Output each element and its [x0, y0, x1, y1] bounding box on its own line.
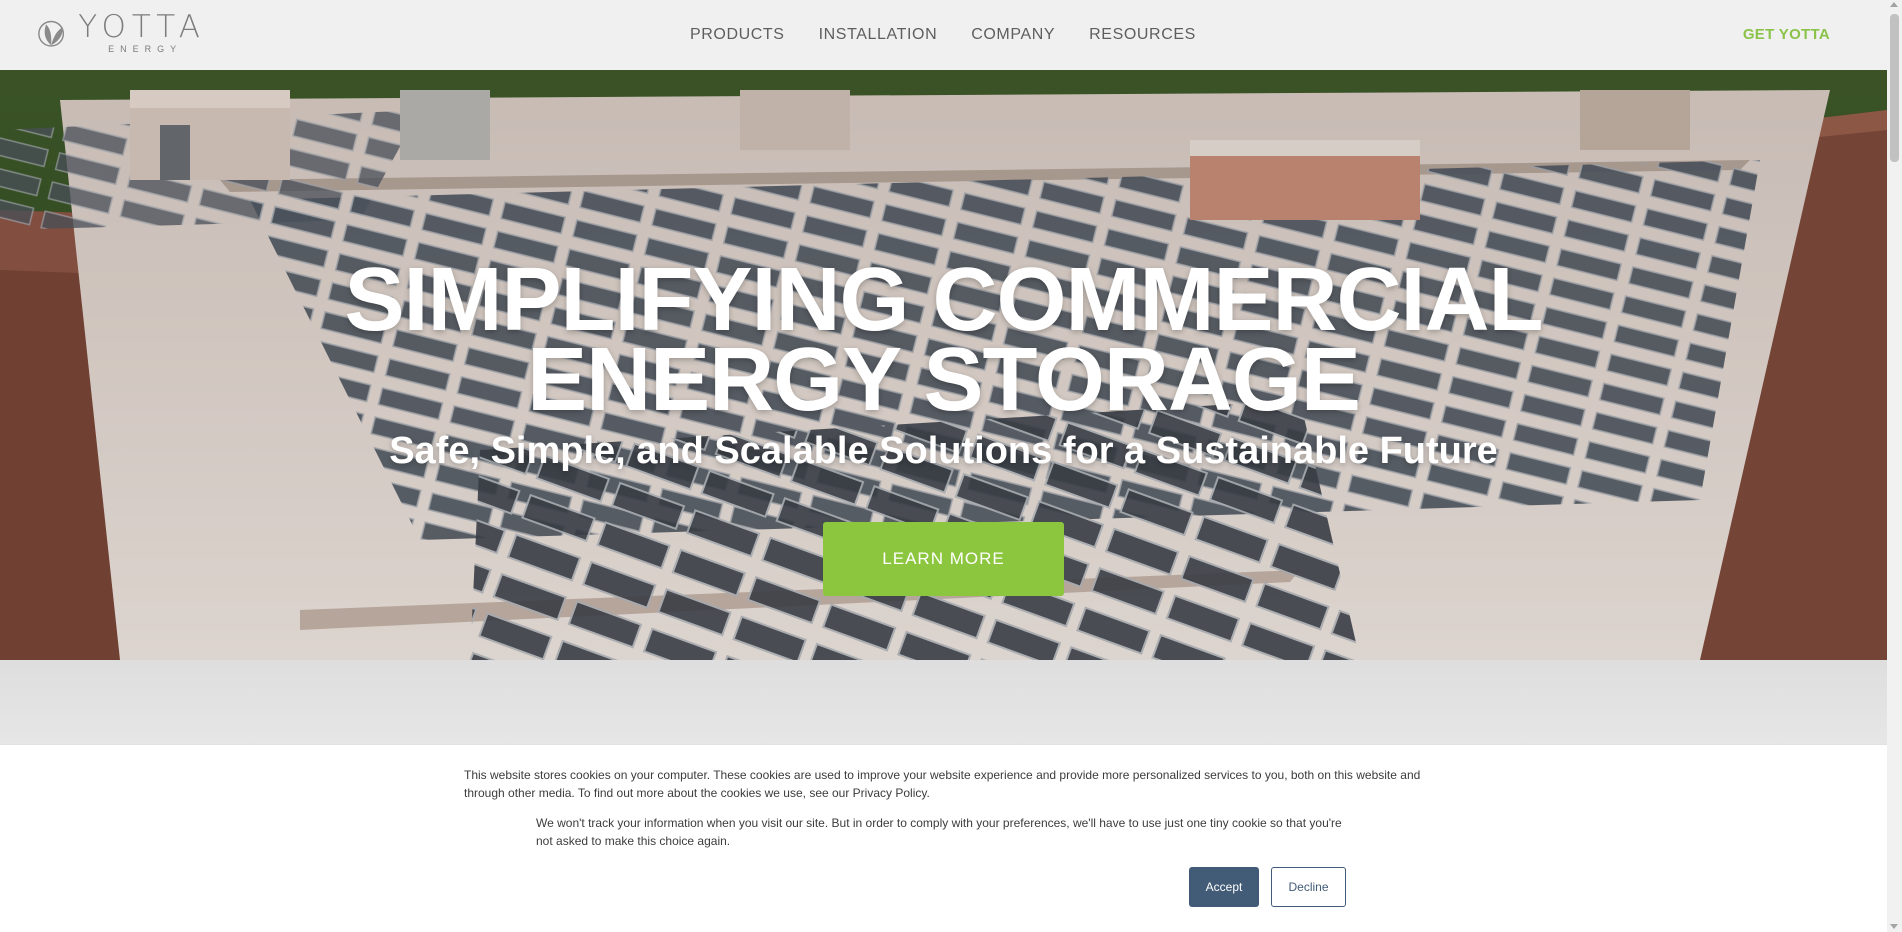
nav-installation[interactable]: INSTALLATION	[819, 26, 938, 44]
hero-title: SIMPLIFYING COMMERCIAL ENERGY STORAGE	[0, 250, 1887, 430]
leaf-logo-icon	[38, 20, 65, 47]
logo-text: YOTTA ENERGY	[78, 9, 206, 55]
yotta-logo[interactable]: YOTTA ENERGY	[36, 12, 206, 58]
logo-subtext: ENERGY	[108, 44, 183, 54]
cookie-banner: This website stores cookies on your comp…	[0, 744, 1887, 932]
cookie-text-secondary: We won't track your information when you…	[536, 816, 1342, 848]
scroll-up-arrow-icon[interactable]	[1890, 2, 1898, 7]
accept-cookies-button[interactable]: Accept	[1189, 867, 1259, 907]
nav-products[interactable]: PRODUCTS	[690, 26, 785, 44]
logo-word: YOTTA	[78, 9, 206, 45]
hero-title-line1: SIMPLIFYING COMMERCIAL	[344, 250, 1544, 350]
learn-more-button[interactable]: LEARN MORE	[823, 522, 1064, 596]
scrollbar-thumb[interactable]	[1890, 14, 1899, 162]
main-nav: PRODUCTS INSTALLATION COMPANY RESOURCES	[690, 0, 1230, 70]
page-scrollbar[interactable]	[1887, 0, 1902, 932]
section-band	[0, 660, 1887, 744]
hero-section: SIMPLIFYING COMMERCIAL ENERGY STORAGE Sa…	[0, 70, 1887, 660]
get-yotta-button[interactable]: GET YOTTA	[1743, 0, 1830, 70]
hero-title-line2: ENERGY STORAGE	[527, 330, 1361, 430]
nav-resources[interactable]: RESOURCES	[1089, 26, 1196, 44]
cookie-text-main: This website stores cookies on your comp…	[464, 768, 1421, 800]
hero-subtitle: Safe, Simple, and Scalable Solutions for…	[389, 430, 1498, 472]
nav-company[interactable]: COMPANY	[971, 26, 1055, 44]
page: YOTTA ENERGY PRODUCTS INSTALLATION COMPA…	[0, 0, 1902, 932]
scroll-down-arrow-icon[interactable]	[1890, 924, 1898, 929]
decline-cookies-button[interactable]: Decline	[1271, 867, 1346, 907]
site-header: YOTTA ENERGY PRODUCTS INSTALLATION COMPA…	[0, 0, 1887, 70]
